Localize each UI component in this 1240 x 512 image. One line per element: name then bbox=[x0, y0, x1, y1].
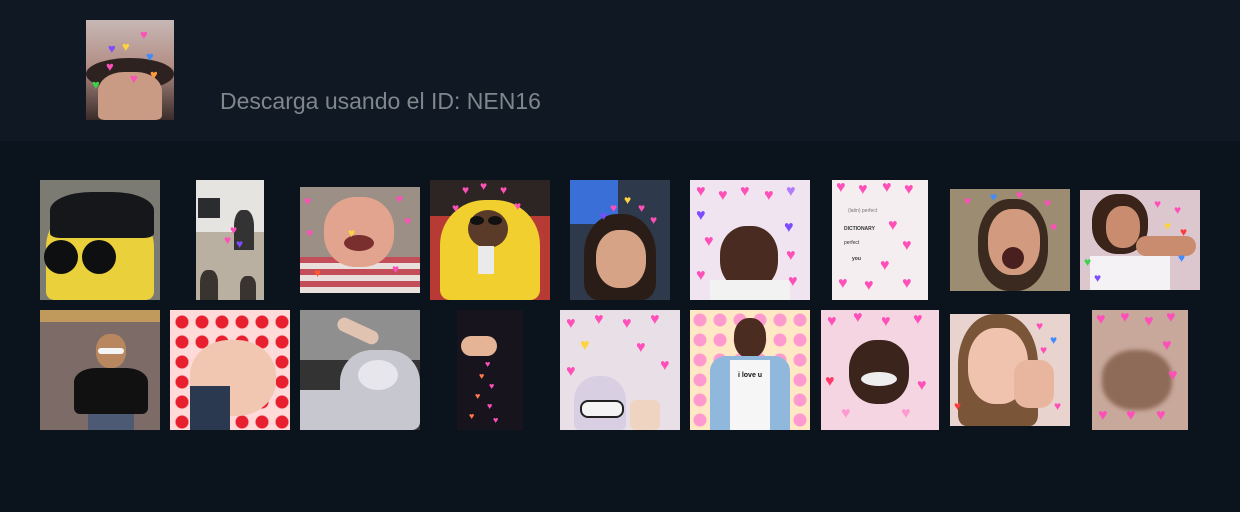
sticker-kid-white-sunglasses-hearts[interactable]: ♥ ♥ ♥ ♥ ♥ ♥ ♥ ♥ bbox=[560, 310, 680, 430]
dictionary-line-2: DICTIONARY bbox=[844, 226, 875, 232]
sticker-boy-i-love-u-shirt[interactable]: i love u bbox=[690, 310, 810, 430]
sticker-girl-lying-hearts[interactable]: ♥ ♥ ♥ ♥ ♥ ♥ ♥ bbox=[1080, 190, 1200, 290]
sticker-hand-falling-hearts[interactable]: ♥ ♥ ♥ ♥ ♥ ♥ ♥ bbox=[457, 310, 523, 430]
sticker-boy-purple-hearts[interactable]: ♥ ♥ ♥ ♥ ♥ ♥ ♥ ♥ ♥ ♥ ♥ bbox=[690, 180, 810, 300]
dictionary-line-4: you bbox=[852, 256, 861, 262]
sticker-girl-hand-face-hearts[interactable]: ♥ ♥ ♥ ♥ ♥ bbox=[950, 314, 1070, 426]
sticker-yellow-hood-sunglasses[interactable] bbox=[40, 180, 160, 300]
sticker-hand-heart-hoodie[interactable] bbox=[300, 310, 420, 430]
sticker-screaming-girl-hearts[interactable]: ♥ ♥ ♥ ♥ ♥ bbox=[950, 189, 1070, 291]
sticker-selfie-girl-hearts[interactable]: ♥ ♥ ♥ ♥ ♥ bbox=[570, 180, 670, 300]
sticker-office-cabinet[interactable]: ♥ ♥ ♥ bbox=[196, 180, 264, 300]
sticker-dictionary-perfect-hearts[interactable]: (latin) perfect DICTIONARY perfect you ♥… bbox=[832, 180, 928, 300]
pack-header: ♥ ♥ ♥ ♥ ♥ ♥ ♥ ♥ Descarga usando el ID: N… bbox=[0, 0, 1240, 141]
i-love-u-text: i love u bbox=[737, 372, 763, 379]
sticker-girl-sunglasses-wall[interactable] bbox=[40, 310, 160, 430]
download-id-text: Descarga usando el ID: NEN16 bbox=[220, 88, 541, 114]
pack-thumbnail-image: ♥ ♥ ♥ ♥ ♥ ♥ ♥ ♥ bbox=[86, 20, 174, 120]
sticker-blurry-face-hearts[interactable]: ♥ ♥ ♥ ♥ ♥ ♥ ♥ ♥ ♥ bbox=[1092, 310, 1188, 430]
sticker-baby-red-hearts[interactable] bbox=[170, 310, 290, 430]
sticker-man-crying-flowers[interactable]: ♥ ♥ ♥ ♥ ♥ ♥ ♥ ♥ bbox=[821, 310, 939, 430]
sticker-crying-boy-hearts[interactable]: ♥ ♥ ♥ ♥ ♥ ♥ ♥ bbox=[300, 187, 420, 293]
dictionary-line-1: (latin) perfect bbox=[848, 208, 878, 214]
sticker-yellow-costume-drink[interactable]: ♥ ♥ ♥ ♥ ♥ bbox=[430, 180, 550, 300]
dictionary-line-3: perfect bbox=[844, 240, 860, 246]
